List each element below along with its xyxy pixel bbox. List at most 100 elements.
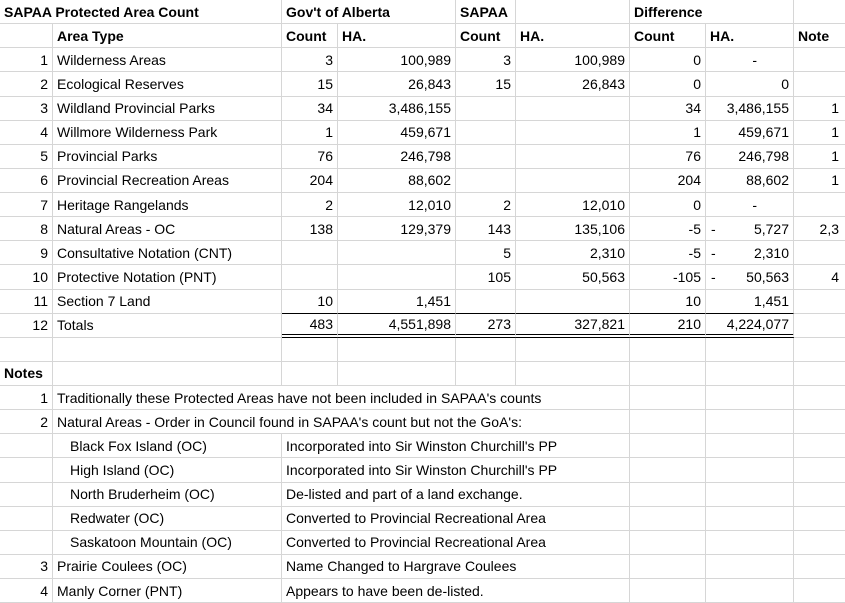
empty-cell[interactable] [630,362,706,386]
notes-label[interactable]: Notes [0,362,53,386]
sapaa-ha-cell[interactable] [516,290,630,314]
note-cell[interactable]: 1 [794,145,845,169]
note-cell[interactable] [794,314,845,338]
sapaa-count-cell[interactable] [456,290,516,314]
area-type-header[interactable]: Area Type [53,24,282,48]
note-cell[interactable] [794,48,845,72]
empty-cell[interactable] [630,555,706,579]
area-type-cell[interactable]: Wilderness Areas [53,48,282,72]
area-type-cell[interactable]: Provincial Recreation Areas [53,169,282,193]
empty-cell[interactable] [794,531,845,555]
gov-ha-cell[interactable]: 459,671 [338,121,456,145]
sapaa-group-header[interactable]: SAPAA [456,0,516,24]
sapaa-ha-header[interactable]: HA. [516,24,630,48]
note-number-cell[interactable]: 4 [0,579,53,603]
gov-ha-cell[interactable]: 129,379 [338,217,456,241]
area-type-cell[interactable]: Willmore Wilderness Park [53,121,282,145]
empty-cell[interactable] [630,483,706,507]
gov-count-cell[interactable]: 15 [282,72,338,96]
empty-cell[interactable] [338,362,456,386]
empty-cell[interactable] [0,24,53,48]
area-type-cell[interactable]: Ecological Reserves [53,72,282,96]
gov-count-cell[interactable] [282,265,338,289]
sapaa-ha-cell[interactable]: 100,989 [516,48,630,72]
diff-count-header[interactable]: Count [630,24,706,48]
sapaa-ha-cell[interactable]: 135,106 [516,217,630,241]
note-number-cell[interactable]: 2 [0,410,53,434]
empty-cell[interactable] [706,410,794,434]
diff-ha-header[interactable]: HA. [706,24,794,48]
note-cell[interactable] [794,290,845,314]
diff-count-cell[interactable]: 34 [630,97,706,121]
gov-count-cell[interactable]: 204 [282,169,338,193]
row-number-cell[interactable]: 9 [0,241,53,265]
empty-cell[interactable] [706,386,794,410]
diff-count-cell[interactable]: -5 [630,241,706,265]
gov-count-cell[interactable]: 138 [282,217,338,241]
area-type-cell[interactable]: Section 7 Land [53,290,282,314]
note-cell[interactable] [794,241,845,265]
sapaa-count-cell[interactable]: 3 [456,48,516,72]
diff-ha-cell[interactable]: 3,486,155 [706,97,794,121]
row-number-cell[interactable]: 3 [0,97,53,121]
diff-ha-cell[interactable]: 1,451 [706,290,794,314]
gov-ha-total-cell[interactable]: 4,551,898 [338,314,456,338]
gov-count-cell[interactable]: 10 [282,290,338,314]
gov-count-cell[interactable]: 3 [282,48,338,72]
gov-ha-cell[interactable] [338,241,456,265]
empty-cell[interactable] [282,362,338,386]
empty-cell[interactable] [706,579,794,603]
gov-ha-cell[interactable]: 246,798 [338,145,456,169]
note-cell[interactable]: 1 [794,169,845,193]
empty-cell[interactable] [794,507,845,531]
gov-ha-cell[interactable]: 1,451 [338,290,456,314]
note-description-cell[interactable]: Name Changed to Hargrave Coulees [282,555,630,579]
sapaa-count-cell[interactable]: 105 [456,265,516,289]
empty-cell[interactable] [794,410,845,434]
empty-cell[interactable] [516,362,630,386]
note-description-cell[interactable]: Converted to Provincial Recreational Are… [282,531,630,555]
gov-ha-cell[interactable]: 3,486,155 [338,97,456,121]
note-number-cell[interactable]: 3 [0,555,53,579]
gov-ha-cell[interactable] [338,265,456,289]
diff-ha-cell[interactable]: - 50,563 [706,265,794,289]
empty-cell[interactable] [516,338,630,362]
gov-ha-cell[interactable]: 100,989 [338,48,456,72]
note-cell[interactable] [794,193,845,217]
empty-cell[interactable] [0,434,53,458]
empty-cell[interactable] [794,0,845,24]
note-description-cell[interactable]: De-listed and part of a land exchange. [282,483,630,507]
diff-ha-total-cell[interactable]: 4,224,077 [706,314,794,338]
note-number-cell[interactable]: 1 [0,386,53,410]
empty-cell[interactable] [630,434,706,458]
empty-cell[interactable] [0,531,53,555]
empty-cell[interactable] [794,434,845,458]
empty-cell[interactable] [794,579,845,603]
empty-cell[interactable] [630,410,706,434]
note-area-name-cell[interactable]: Prairie Coulees (OC) [53,555,282,579]
diff-count-cell[interactable]: -5 [630,217,706,241]
empty-cell[interactable] [794,386,845,410]
area-type-cell[interactable]: Protective Notation (PNT) [53,265,282,289]
sapaa-count-total-cell[interactable]: 273 [456,314,516,338]
note-area-name-cell[interactable]: North Bruderheim (OC) [53,483,282,507]
sapaa-ha-cell[interactable] [516,97,630,121]
empty-cell[interactable] [456,338,516,362]
empty-cell[interactable] [706,483,794,507]
empty-cell[interactable] [0,458,53,482]
empty-cell[interactable] [794,555,845,579]
gov-ha-cell[interactable]: 26,843 [338,72,456,96]
empty-cell[interactable] [706,458,794,482]
gov-group-header[interactable]: Gov't of Alberta [282,0,456,24]
area-type-cell[interactable]: Wildland Provincial Parks [53,97,282,121]
note-cell[interactable] [794,72,845,96]
gov-ha-cell[interactable]: 12,010 [338,193,456,217]
empty-cell[interactable] [456,362,516,386]
note-cell[interactable]: 4 [794,265,845,289]
sapaa-count-cell[interactable]: 143 [456,217,516,241]
row-number-cell[interactable]: 8 [0,217,53,241]
diff-ha-cell[interactable]: 246,798 [706,145,794,169]
empty-cell[interactable] [706,338,794,362]
diff-count-cell[interactable]: 0 [630,72,706,96]
note-description-cell[interactable]: Incorporated into Sir Winston Churchill'… [282,458,630,482]
